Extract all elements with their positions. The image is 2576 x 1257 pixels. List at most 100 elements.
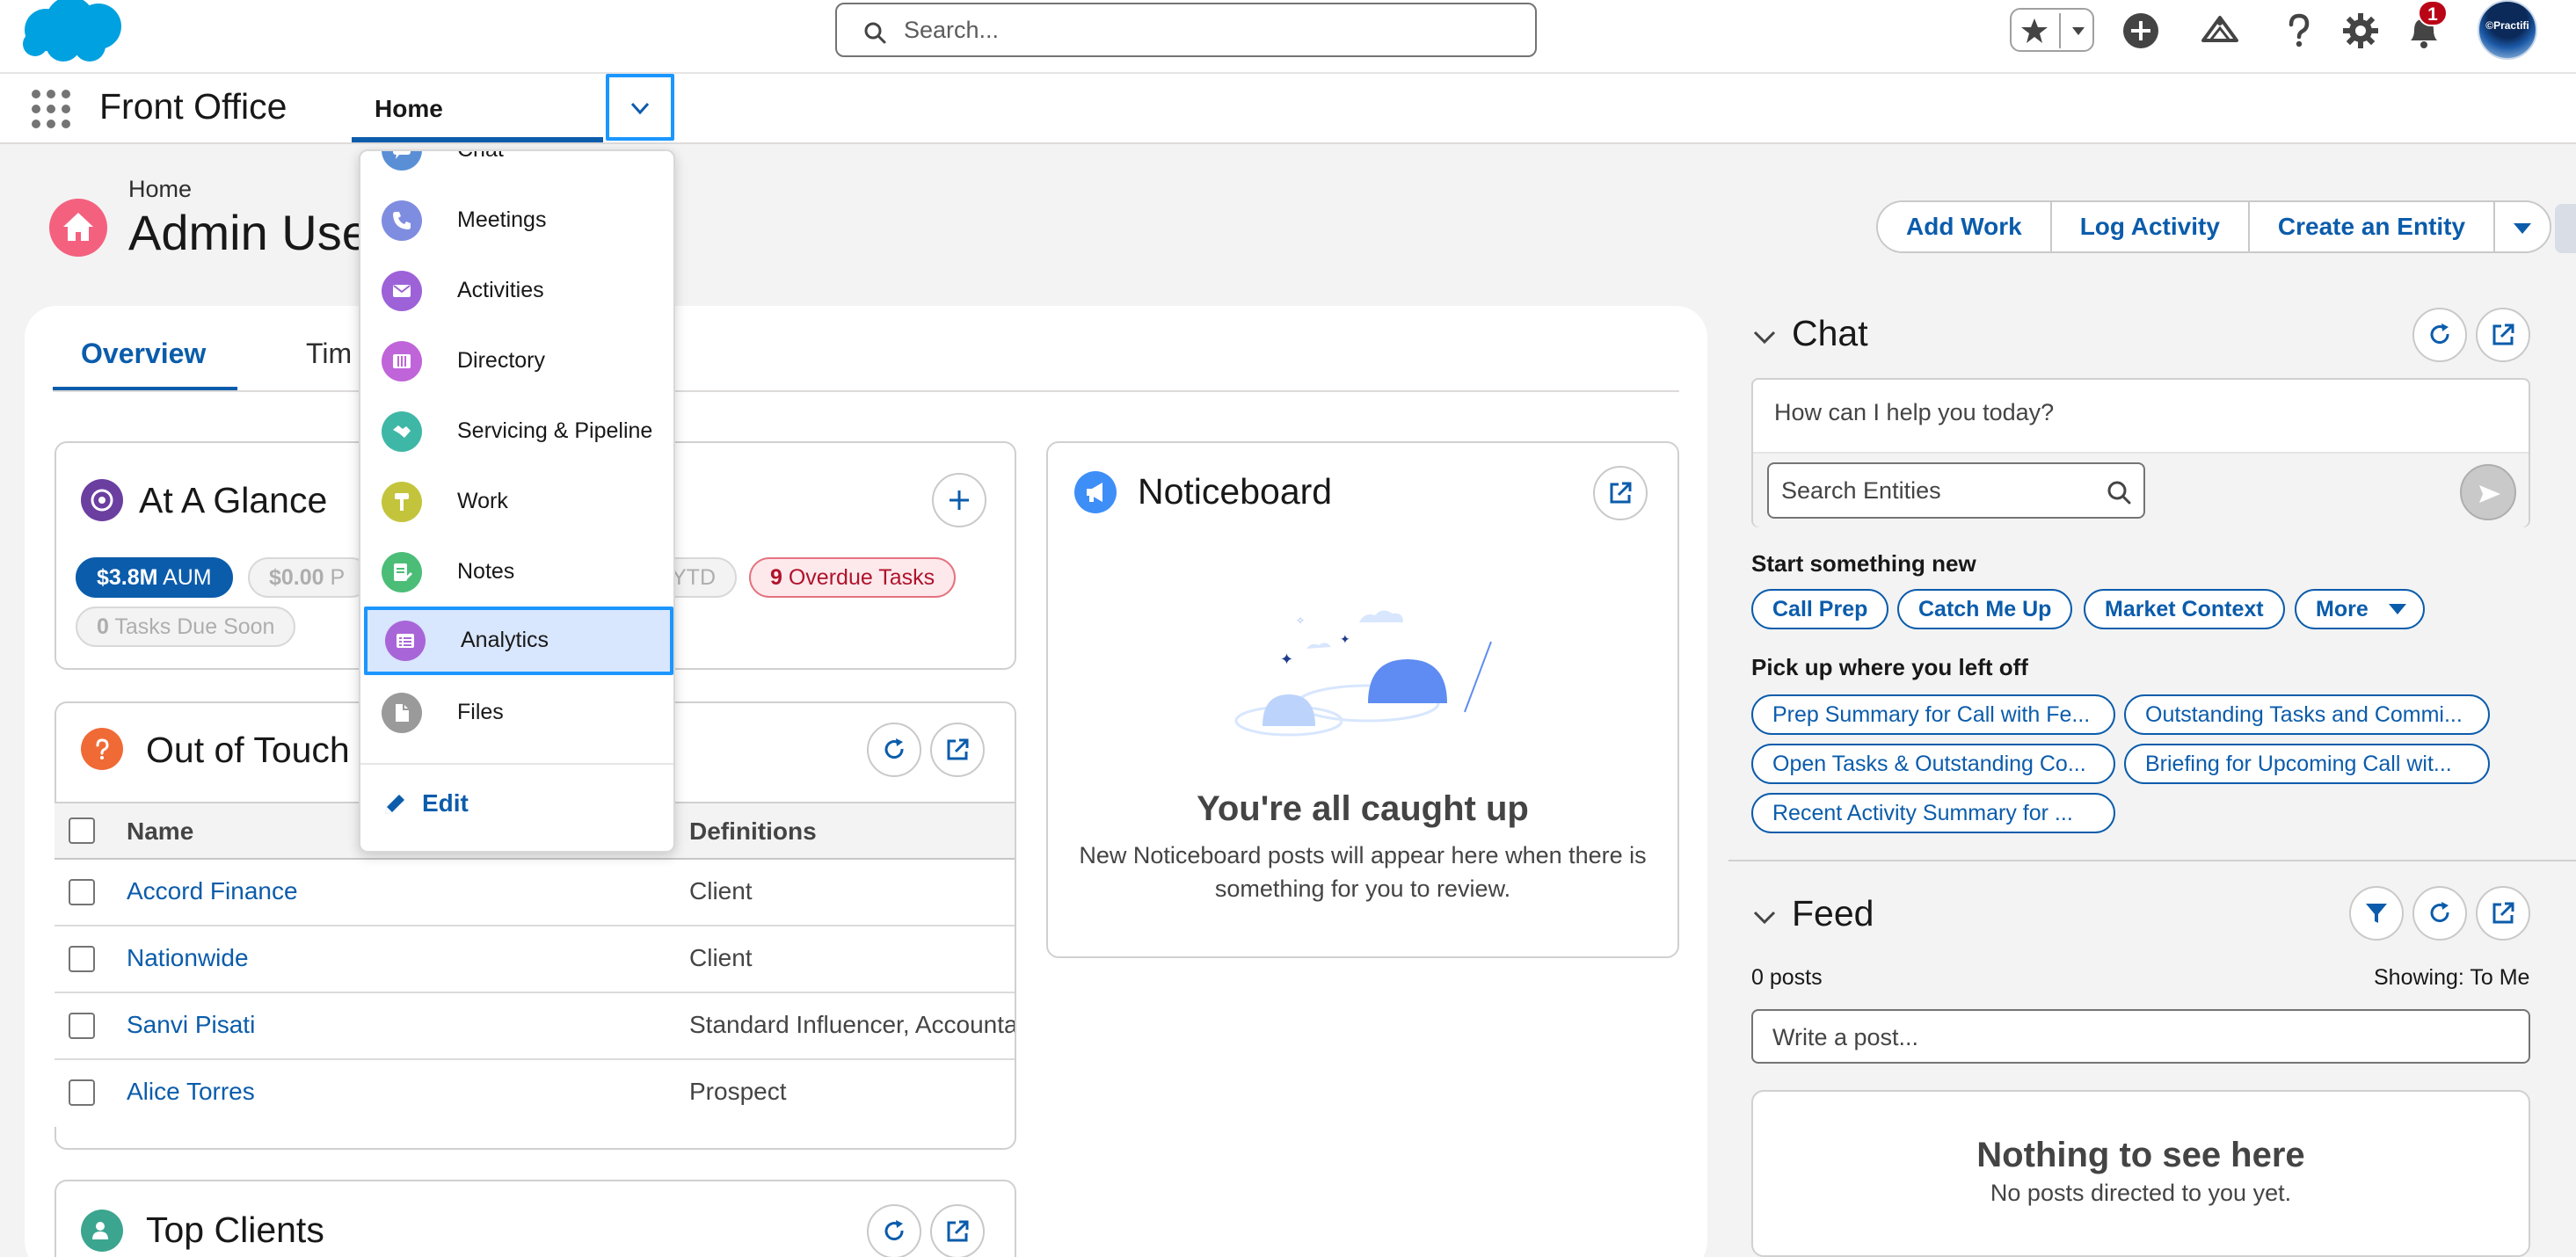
- menu-item-meetings[interactable]: Meetings: [360, 186, 673, 255]
- row-checkbox[interactable]: [69, 879, 95, 905]
- entity-search-input[interactable]: [1781, 473, 2098, 508]
- megaphone-icon: [1087, 483, 1102, 502]
- noticeboard-icon-badge: [1074, 471, 1117, 513]
- aum-pill[interactable]: $3.8M AUM: [76, 557, 233, 598]
- chat-prompt-input[interactable]: How can I help you today?: [1774, 399, 2054, 426]
- app-name: Front Office: [99, 86, 287, 127]
- filter-icon: [2366, 904, 2387, 923]
- feed-showing-filter[interactable]: Showing: To Me: [2374, 965, 2529, 991]
- global-add-icon[interactable]: [2121, 11, 2161, 51]
- noticeboard-open-button[interactable]: [1593, 466, 1648, 520]
- log-activity-button[interactable]: Log Activity: [2051, 202, 2250, 251]
- recent-conversation-chip[interactable]: Recent Activity Summary for ...: [1751, 793, 2115, 833]
- create-entity-button[interactable]: Create an Entity: [2249, 202, 2496, 251]
- row-checkbox[interactable]: [69, 1013, 95, 1039]
- out-of-touch-icon-badge: [81, 728, 123, 770]
- feed-open-button[interactable]: [2476, 886, 2530, 941]
- definition-cell: Client: [689, 877, 753, 905]
- tab-timeline[interactable]: Tim: [306, 338, 352, 370]
- entity-link[interactable]: Alice Torres: [127, 1078, 255, 1106]
- select-all-checkbox[interactable]: [69, 817, 95, 844]
- menu-edit-button[interactable]: Edit: [360, 768, 673, 839]
- menu-item-servicing-pipeline[interactable]: Servicing & Pipeline: [360, 397, 673, 466]
- column-header-definitions[interactable]: Definitions: [689, 817, 817, 846]
- at-a-glance-add-button[interactable]: [932, 473, 986, 527]
- feed-post-count: 0 posts: [1751, 965, 1823, 990]
- row-checkbox[interactable]: [69, 1079, 95, 1106]
- write-post-field[interactable]: [1751, 1009, 2530, 1064]
- menu-item-chat[interactable]: Chat: [360, 151, 673, 185]
- svg-text:✦: ✦: [1340, 633, 1350, 647]
- entity-link[interactable]: Accord Finance: [127, 877, 298, 905]
- feed-refresh-button[interactable]: [2412, 886, 2467, 941]
- utility-panel-tab[interactable]: [2555, 204, 2576, 253]
- app-navigation-bar: Front Office Home: [0, 74, 2576, 144]
- refresh-icon: [2430, 902, 2449, 923]
- start-something-new-label: Start something new: [1751, 550, 1976, 577]
- chat-collapse-chevron-icon[interactable]: [1751, 323, 1778, 350]
- recent-conversation-chip[interactable]: Outstanding Tasks and Commi...: [2124, 694, 2490, 735]
- tasks-due-soon-pill[interactable]: 0 Tasks Due Soon: [76, 607, 296, 647]
- section-divider: [1728, 860, 2576, 861]
- overdue-label: Overdue Tasks: [788, 565, 935, 590]
- app-launcher-icon[interactable]: [32, 90, 70, 128]
- recent-conversation-chip[interactable]: Briefing for Upcoming Call wit...: [2124, 744, 2490, 784]
- menu-item-notes[interactable]: Notes: [360, 538, 673, 607]
- setup-gear-icon[interactable]: [2340, 11, 2381, 51]
- overdue-count: 9: [770, 565, 782, 590]
- svg-text:✧: ✧: [1296, 614, 1305, 627]
- feed-collapse-chevron-icon[interactable]: [1751, 904, 1778, 930]
- menu-item-work[interactable]: Work: [360, 468, 673, 536]
- salesforce-logo[interactable]: [19, 0, 127, 65]
- recent-conversation-chip[interactable]: Open Tasks & Outstanding Co...: [1751, 744, 2115, 784]
- menu-item-directory[interactable]: Directory: [360, 327, 673, 396]
- chat-send-button[interactable]: [2460, 464, 2516, 520]
- menu-item-files[interactable]: Files: [360, 679, 673, 747]
- overdue-tasks-pill[interactable]: 9 Overdue Tasks: [749, 557, 957, 598]
- nav-menu-toggle-button[interactable]: [606, 74, 674, 141]
- noticeboard-empty-text: New Noticeboard posts will appear here w…: [1079, 842, 1647, 902]
- trailhead-icon[interactable]: [2200, 11, 2240, 51]
- user-avatar[interactable]: ©Practifi: [2478, 0, 2537, 60]
- entity-search-field[interactable]: [1767, 462, 2145, 519]
- out-of-touch-refresh-button[interactable]: [867, 723, 921, 777]
- menu-item-activities[interactable]: Activities: [360, 257, 673, 325]
- page-actions: Add Work Log Activity Create an Entity: [1876, 200, 2552, 253]
- nav-item-home[interactable]: Home: [352, 74, 603, 142]
- chat-refresh-button[interactable]: [2412, 308, 2467, 362]
- call-prep-chip[interactable]: Call Prep: [1751, 589, 1889, 629]
- catch-me-up-chip[interactable]: Catch Me Up: [1897, 589, 2073, 629]
- refresh-icon: [884, 738, 904, 759]
- entity-link[interactable]: Sanvi Pisati: [127, 1011, 255, 1039]
- help-icon[interactable]: [2279, 11, 2319, 51]
- write-post-input[interactable]: [1772, 1020, 2493, 1055]
- search-icon: [864, 22, 886, 44]
- out-of-touch-open-button[interactable]: [930, 723, 985, 777]
- row-checkbox[interactable]: [69, 946, 95, 972]
- open-new-window-icon: [2492, 323, 2514, 345]
- column-header-name[interactable]: Name: [127, 817, 193, 846]
- pipeline-pill[interactable]: $0.00 P: [248, 557, 371, 598]
- top-clients-open-button[interactable]: [930, 1204, 985, 1257]
- star-icon[interactable]: [2020, 18, 2048, 44]
- entity-link[interactable]: Nationwide: [127, 944, 249, 972]
- menu-item-analytics[interactable]: Analytics: [364, 607, 673, 675]
- notification-count-badge: 1: [2418, 0, 2448, 26]
- global-search-input[interactable]: [904, 11, 1502, 48]
- more-prompts-chip[interactable]: More: [2295, 589, 2425, 629]
- recent-conversation-chip[interactable]: Prep Summary for Call with Fe...: [1751, 694, 2115, 735]
- aum-value: $3.8M: [97, 565, 158, 590]
- add-work-button[interactable]: Add Work: [1878, 202, 2052, 251]
- more-actions-button[interactable]: [2495, 202, 2551, 251]
- feed-filter-button[interactable]: [2349, 886, 2404, 941]
- top-clients-refresh-button[interactable]: [867, 1204, 921, 1257]
- global-search[interactable]: [835, 3, 1537, 57]
- market-context-chip[interactable]: Market Context: [2084, 589, 2285, 629]
- menu-divider: [360, 763, 673, 765]
- ytd-label: YTD: [672, 565, 716, 590]
- tab-overview[interactable]: Overview: [53, 329, 237, 392]
- favorites-dropdown-icon[interactable]: [2066, 18, 2091, 43]
- menu-item-label: Work: [457, 489, 508, 513]
- menu-item-label: Meetings: [457, 207, 547, 232]
- chat-open-button[interactable]: [2476, 308, 2530, 362]
